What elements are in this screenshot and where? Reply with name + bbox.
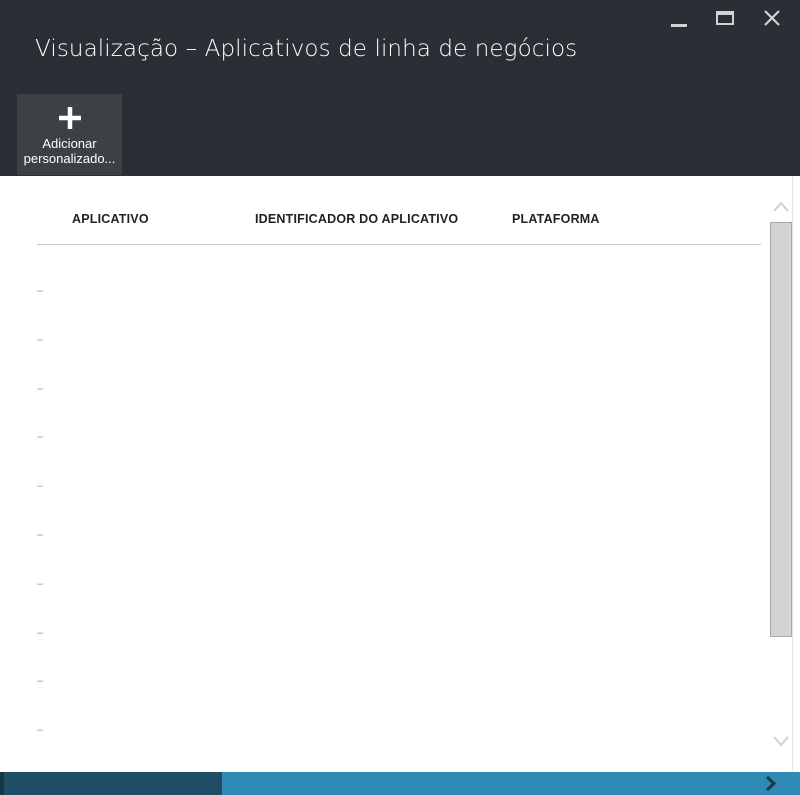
minimize-icon <box>671 23 687 27</box>
horizontal-scrollbar-thumb[interactable] <box>0 772 222 795</box>
add-custom-label: Adicionar personalizado... <box>23 136 116 166</box>
scroll-down-icon[interactable] <box>770 732 792 750</box>
column-header-app[interactable]: APLICATIVO <box>72 212 149 226</box>
table-row[interactable]: – <box>37 481 43 492</box>
add-custom-button[interactable]: Adicionar personalizado... <box>17 94 122 175</box>
table-row[interactable]: – <box>37 628 43 639</box>
minimize-button[interactable] <box>667 6 691 30</box>
horizontal-scrollbar[interactable] <box>0 772 800 795</box>
content-pane: APLICATIVO IDENTIFICADOR DO APLICATIVO P… <box>0 176 800 772</box>
scroll-up-icon[interactable] <box>770 198 792 216</box>
table-row[interactable]: – <box>37 579 43 590</box>
chevron-right-icon[interactable] <box>760 774 780 793</box>
column-header-app-id[interactable]: IDENTIFICADOR DO APLICATIVO <box>255 212 458 226</box>
table-row[interactable]: – <box>37 335 43 346</box>
close-button[interactable] <box>760 6 784 30</box>
column-header-platform[interactable]: PLATAFORMA <box>512 212 600 226</box>
header-divider <box>37 244 761 245</box>
page-title: Visualização – Aplicativos de linha de n… <box>35 36 578 62</box>
pane-edge <box>792 176 800 772</box>
table-row[interactable]: – <box>37 286 43 297</box>
table-row[interactable]: – <box>37 725 43 736</box>
table-row[interactable]: – <box>37 530 43 541</box>
close-icon <box>764 10 780 26</box>
plus-icon <box>58 107 81 129</box>
maximize-icon <box>716 11 734 25</box>
vertical-scrollbar-thumb[interactable] <box>770 222 792 637</box>
scrollbar-edge <box>0 772 4 795</box>
table-row[interactable]: – <box>37 384 43 395</box>
blade-header: Visualização – Aplicativos de linha de n… <box>0 0 800 176</box>
maximize-button[interactable] <box>713 6 737 30</box>
table-row[interactable]: – <box>37 676 43 687</box>
table-row[interactable]: – <box>37 432 43 443</box>
